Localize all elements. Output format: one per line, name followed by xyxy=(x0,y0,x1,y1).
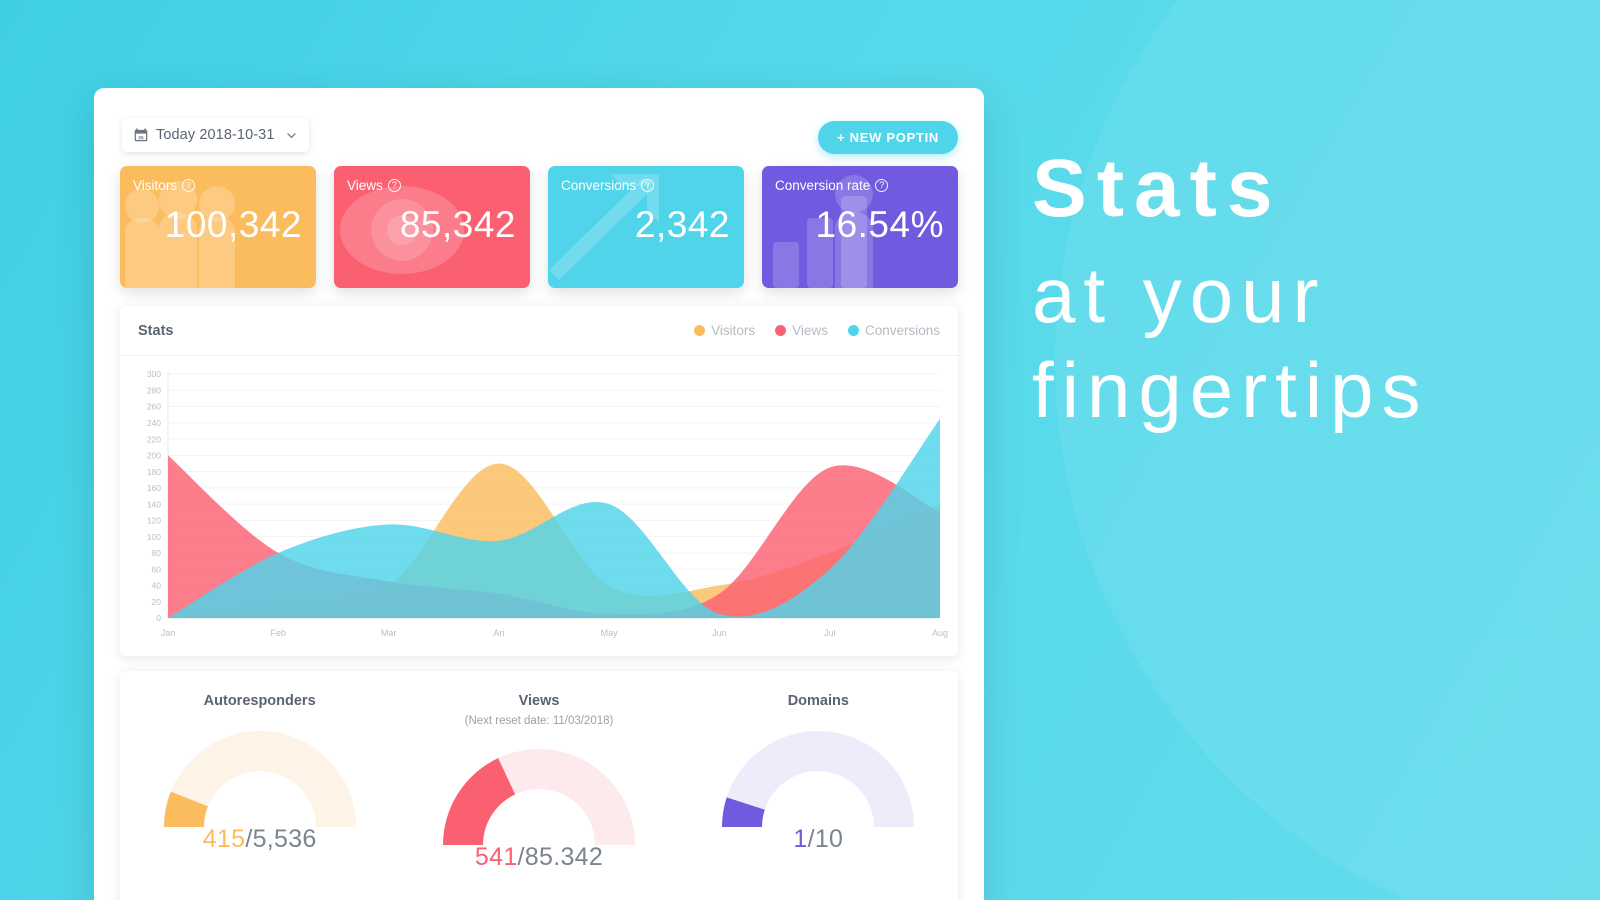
stat-card-title: Conversions ? xyxy=(561,178,655,193)
svg-text:300: 300 xyxy=(147,369,161,379)
svg-text:100: 100 xyxy=(147,532,161,542)
svg-text:Jul: Jul xyxy=(824,628,836,638)
legend-label: Views xyxy=(792,323,828,338)
gauge-value: 415/5,536 xyxy=(120,825,399,854)
help-icon[interactable]: ? xyxy=(875,179,889,192)
svg-text:0: 0 xyxy=(156,613,161,623)
legend-item-visitors[interactable]: Visitors xyxy=(694,323,755,338)
legend-item-views[interactable]: Views xyxy=(775,323,828,338)
svg-text:Ari: Ari xyxy=(493,628,504,638)
gauge-views: Views (Next reset date: 11/03/2018) 541/… xyxy=(399,693,678,872)
stat-cards-row: Visitors ? 100,342 Views ? 85,342 Conver… xyxy=(94,166,984,288)
svg-text:120: 120 xyxy=(147,516,161,526)
gauge-total: 85.342 xyxy=(524,843,604,871)
legend-label: Visitors xyxy=(711,323,756,338)
legend-dot-visitors xyxy=(694,325,706,336)
area-chart-svg: 0 20 40 60 80 100 120 140 160 180 200 220 240 260 280 3… xyxy=(147,369,948,638)
gauges-row: Autoresponders 415/5,536 Views (Next res… xyxy=(120,693,958,872)
hero-line-3: fingertips xyxy=(1032,346,1429,435)
stat-card-conversion-rate[interactable]: Conversion rate ? 16.54% xyxy=(762,166,958,288)
svg-text:160: 160 xyxy=(147,483,161,493)
gauge-title: Autoresponders xyxy=(203,693,316,709)
gauge-domains: Domains 1/10 xyxy=(679,693,958,872)
legend-label: Conversions xyxy=(864,323,940,338)
stat-card-title: Conversion rate ? xyxy=(775,178,889,193)
svg-text:40: 40 xyxy=(152,581,162,591)
stat-card-conversions[interactable]: Conversions ? 2,342 xyxy=(548,166,744,288)
svg-text:Jan: Jan xyxy=(161,628,176,638)
hero-line-2: at your xyxy=(1032,251,1327,339)
stat-card-label: Conversion rate xyxy=(775,178,871,193)
legend-dot-conversions xyxy=(847,325,859,336)
help-icon[interactable]: ? xyxy=(641,179,655,192)
chart-header: Stats Visitors Views Conversions xyxy=(120,306,958,356)
stat-card-value: 16.54% xyxy=(815,204,944,245)
gauge-total: 10 xyxy=(814,825,844,853)
svg-text:140: 140 xyxy=(147,499,161,509)
stat-card-views[interactable]: Views ? 85,342 xyxy=(334,166,530,288)
svg-text:Feb: Feb xyxy=(271,628,287,638)
stat-card-label: Conversions xyxy=(561,178,637,193)
svg-text:Aug: Aug xyxy=(932,628,948,638)
stat-card-visitors[interactable]: Visitors ? 100,342 xyxy=(120,166,316,288)
chart-plot-area[interactable]: 0 20 40 60 80 100 120 140 160 180 200 220 240 260 280 3… xyxy=(120,356,958,656)
gauge-arc-wrapper xyxy=(120,723,399,831)
gauge-value: 541/85.342 xyxy=(399,843,678,872)
calendar-icon: 25 xyxy=(134,128,148,142)
gauge-current: 541 xyxy=(474,843,518,871)
gauge-arc-wrapper xyxy=(679,723,958,831)
svg-text:80: 80 xyxy=(152,548,162,558)
gauge-title: Domains xyxy=(787,693,849,709)
stat-card-value: 85,342 xyxy=(399,204,516,245)
svg-text:60: 60 xyxy=(152,564,162,574)
svg-text:20: 20 xyxy=(152,597,162,607)
gauge-separator: / xyxy=(517,843,525,871)
usage-gauges-panel: Autoresponders 415/5,536 Views (Next res… xyxy=(120,671,958,900)
gauge-autoresponders: Autoresponders 415/5,536 xyxy=(120,693,399,872)
hero-text: Stats at your fingertips xyxy=(1032,148,1572,438)
gauge-value: 1/10 xyxy=(679,825,958,854)
gauge-arc xyxy=(722,731,915,827)
hero-line-1: Stats xyxy=(1032,143,1283,234)
stat-card-value: 2,342 xyxy=(634,204,730,245)
stat-card-value: 100,342 xyxy=(164,204,302,245)
svg-text:Jun: Jun xyxy=(712,628,727,638)
svg-text:Mar: Mar xyxy=(381,628,397,638)
svg-text:180: 180 xyxy=(147,467,161,477)
gauge-title: Views xyxy=(518,693,560,709)
legend-dot-views xyxy=(775,325,787,336)
stats-chart-panel: Stats Visitors Views Conversions 0 20 40 60… xyxy=(120,306,958,656)
chart-title: Stats xyxy=(138,322,174,339)
new-poptin-button[interactable]: + NEW POPTIN xyxy=(818,121,958,154)
date-range-label: Today 2018-10-31 xyxy=(156,127,275,143)
help-icon[interactable]: ? xyxy=(182,179,196,192)
chevron-down-icon xyxy=(283,130,297,141)
svg-text:280: 280 xyxy=(147,385,161,395)
gauge-separator: / xyxy=(807,825,815,853)
gauge-separator: / xyxy=(245,825,253,853)
svg-text:200: 200 xyxy=(147,451,161,461)
gauge-subtitle: (Next reset date: 11/03/2018) xyxy=(464,715,614,727)
dashboard-panel: 25 Today 2018-10-31 + NEW POPTIN Visitor… xyxy=(94,88,984,900)
gauge-arc-wrapper xyxy=(399,741,678,849)
gauge-arc xyxy=(163,731,356,827)
help-icon[interactable]: ? xyxy=(387,179,401,192)
svg-text:220: 220 xyxy=(147,434,161,444)
svg-text:May: May xyxy=(601,628,619,638)
gauge-current: 1 xyxy=(793,825,808,853)
date-range-picker[interactable]: 25 Today 2018-10-31 xyxy=(122,118,309,152)
gauge-arc xyxy=(442,749,635,845)
svg-text:240: 240 xyxy=(147,418,161,428)
chart-legend: Visitors Views Conversions xyxy=(694,323,940,338)
dashboard-toolbar: 25 Today 2018-10-31 + NEW POPTIN xyxy=(94,88,984,162)
svg-text:260: 260 xyxy=(147,402,161,412)
stat-card-label: Visitors xyxy=(133,178,178,193)
legend-item-conversions[interactable]: Conversions xyxy=(847,323,940,338)
gauge-current: 415 xyxy=(202,825,246,853)
svg-text:25: 25 xyxy=(138,135,144,141)
stat-card-title: Views ? xyxy=(347,178,401,193)
stat-card-title: Visitors ? xyxy=(133,178,196,193)
stat-card-label: Views xyxy=(347,178,383,193)
gauge-total: 5,536 xyxy=(252,825,317,853)
